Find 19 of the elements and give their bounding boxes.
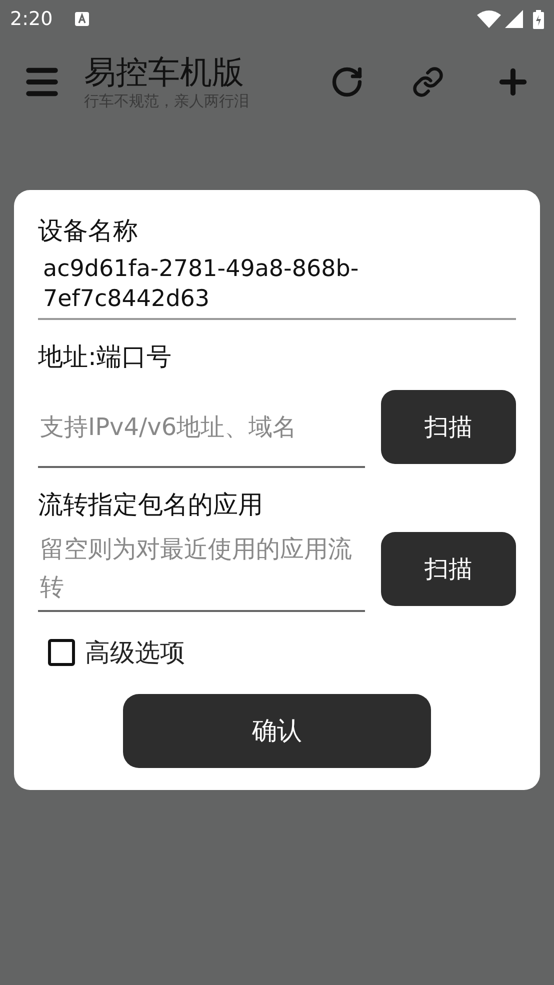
refresh-icon[interactable] xyxy=(330,65,364,99)
app-title: 易控车机版 xyxy=(84,53,245,91)
checkbox[interactable] xyxy=(48,639,75,666)
field-label: 流转指定包名的应用 xyxy=(38,489,264,521)
keyboard-icon xyxy=(74,12,89,26)
scan-button[interactable]: 扫描 xyxy=(381,532,516,606)
confirm-button[interactable]: 确认 xyxy=(123,694,431,768)
field-label: 地址:端口号 xyxy=(38,341,172,373)
input-field[interactable]: 支持IPv4/v6地址、域名 xyxy=(38,388,365,468)
input-field[interactable]: ac9d61fa-2781-49a8-868b-7ef7c8442d63 xyxy=(38,254,516,320)
field-label: 设备名称 xyxy=(38,215,139,247)
scan-button[interactable]: 扫描 xyxy=(381,390,516,464)
status-time: 2:20 xyxy=(10,6,53,32)
checkbox-label: 高级选项 xyxy=(85,637,185,669)
signal-icon xyxy=(505,10,523,28)
wifi-icon xyxy=(477,10,501,28)
link-icon[interactable] xyxy=(412,66,444,98)
battery-icon xyxy=(533,10,544,28)
input-field[interactable]: 留空则为对最近使用的应用流转 xyxy=(38,528,365,612)
